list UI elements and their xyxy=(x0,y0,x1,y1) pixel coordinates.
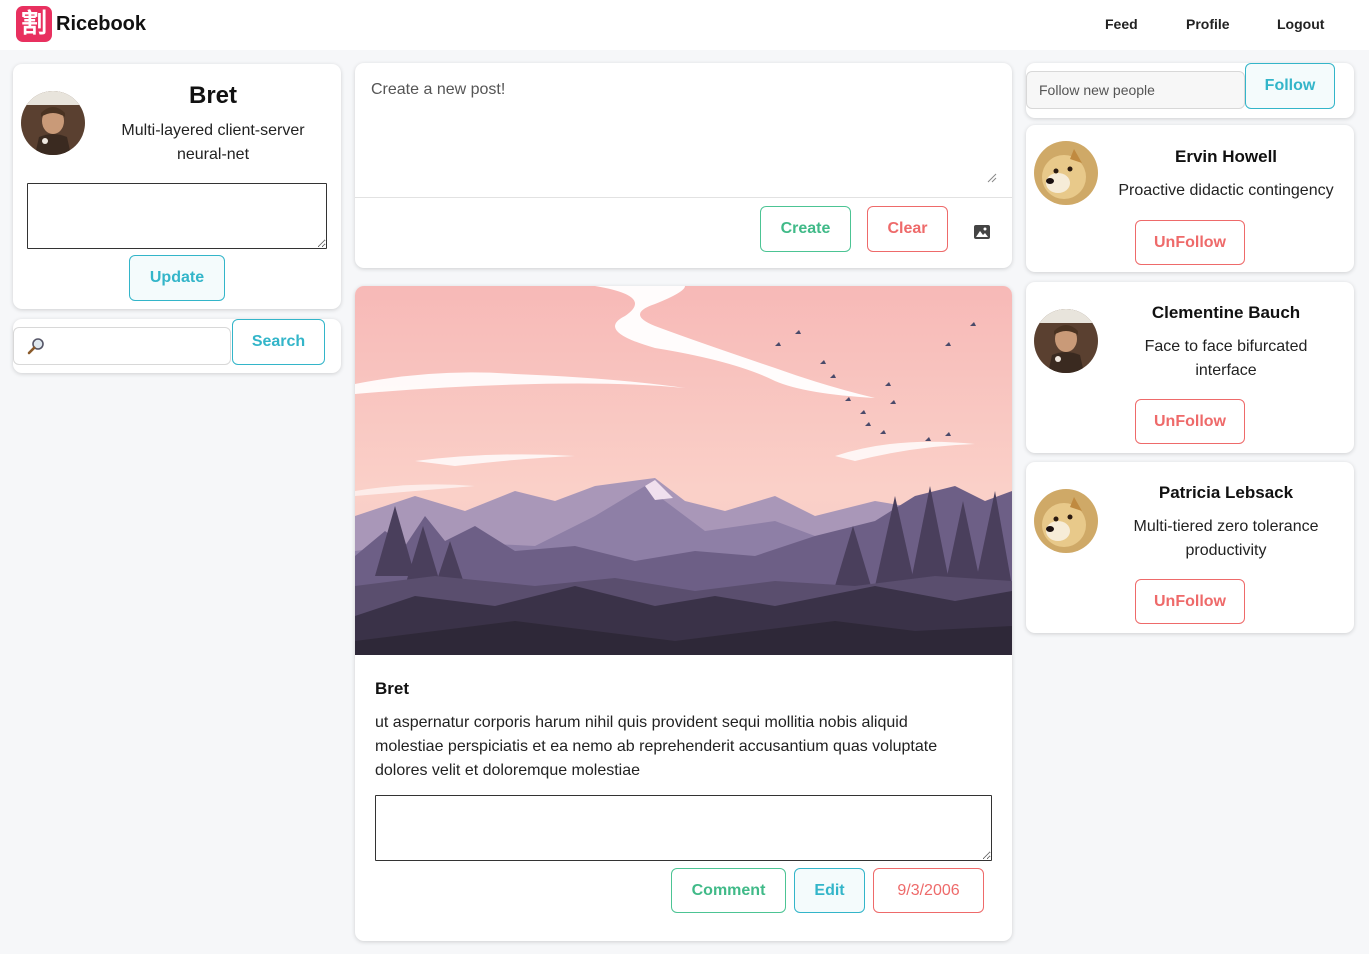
nav-logout-link[interactable]: Logout xyxy=(1277,16,1324,32)
image-icon[interactable] xyxy=(974,225,990,244)
edit-button[interactable]: Edit xyxy=(794,868,865,913)
unfollow-button[interactable]: UnFollow xyxy=(1135,579,1245,624)
profile-avatar xyxy=(21,91,85,155)
profile-headline: Multi-layered client-server neural-net xyxy=(121,122,305,163)
divider xyxy=(355,197,1012,198)
following-headline: Proactive didactic contingency xyxy=(1118,182,1334,199)
following-avatar xyxy=(1034,489,1098,553)
top-navbar: 割 Ricebook Feed Profile Logout xyxy=(0,0,1369,50)
nav-feed-link[interactable]: Feed xyxy=(1105,16,1138,32)
following-name: Ervin Howell xyxy=(1174,147,1278,166)
ricebook-logo: 割 xyxy=(16,6,52,42)
comment-button[interactable]: Comment xyxy=(671,868,786,913)
nav-profile-link[interactable]: Profile xyxy=(1186,16,1230,32)
follow-button[interactable]: Follow xyxy=(1245,63,1335,109)
status-textarea[interactable] xyxy=(27,183,327,249)
brand[interactable]: 割 Ricebook xyxy=(16,6,146,42)
profile-card: Bret Multi-layered client-server neural-… xyxy=(13,64,341,309)
following-card: Ervin Howell Proactive didactic continge… xyxy=(1026,125,1354,272)
unfollow-button[interactable]: UnFollow xyxy=(1135,399,1245,444)
following-card: Patricia Lebsack Multi-tiered zero toler… xyxy=(1026,462,1354,633)
comment-textarea[interactable] xyxy=(375,795,992,861)
follow-card: Follow new people Follow xyxy=(1026,63,1354,118)
following-headline: Face to face bifurcated interface xyxy=(1144,338,1308,379)
unfollow-button[interactable]: UnFollow xyxy=(1135,220,1245,265)
following-headline: Multi-tiered zero tolerance productivity xyxy=(1133,518,1319,559)
follow-input[interactable]: Follow new people xyxy=(1026,71,1245,109)
post-image xyxy=(355,286,1012,655)
following-name: Clementine Bauch xyxy=(1151,303,1301,322)
resize-grip-icon xyxy=(987,173,997,183)
search-input[interactable] xyxy=(13,327,231,365)
create-button[interactable]: Create xyxy=(760,206,851,252)
post-card: Bret ut aspernatur corporis harum nihil … xyxy=(355,286,1012,941)
post-date-badge: 9/3/2006 xyxy=(873,868,984,913)
following-card: Clementine Bauch Face to face bifurcated… xyxy=(1026,282,1354,453)
following-avatar xyxy=(1034,309,1098,373)
new-post-card: Create a new post! Create Clear xyxy=(355,63,1012,268)
profile-name: Bret xyxy=(188,82,237,109)
clear-button[interactable]: Clear xyxy=(867,206,948,252)
update-button[interactable]: Update xyxy=(129,255,225,301)
magnifier-icon xyxy=(26,336,46,361)
search-button[interactable]: Search xyxy=(232,319,325,365)
post-author: Bret xyxy=(375,679,410,698)
brand-name: Ricebook xyxy=(56,12,147,35)
new-post-input[interactable]: Create a new post! xyxy=(355,63,1012,185)
post-body: ut aspernatur corporis harum nihil quis … xyxy=(375,714,938,779)
search-card: Search xyxy=(13,319,341,373)
following-name: Patricia Lebsack xyxy=(1158,483,1294,502)
following-avatar xyxy=(1034,141,1098,205)
